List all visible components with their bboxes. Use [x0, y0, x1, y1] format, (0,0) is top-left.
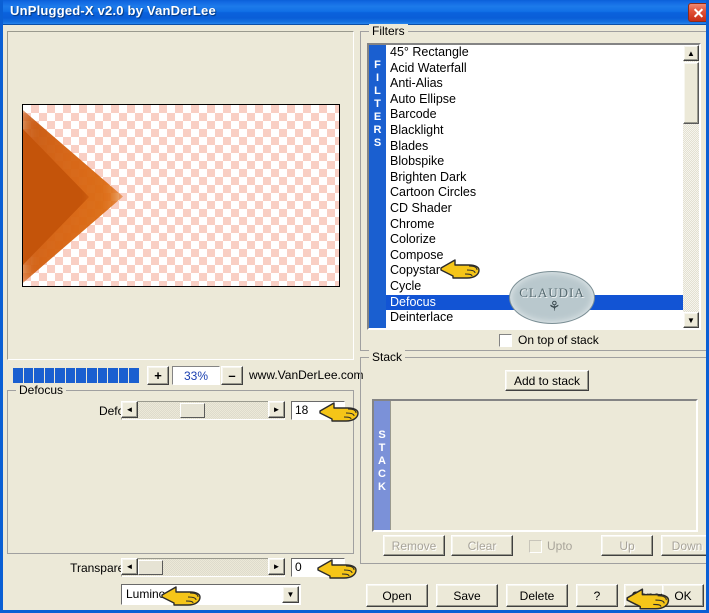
list-item[interactable]: Anti-Alias	[386, 76, 683, 92]
title-bar: UnPlugged-X v2.0 by VanDerLee	[3, 0, 706, 25]
list-item[interactable]: Barcode	[386, 107, 683, 123]
zoom-in-button[interactable]: +	[147, 366, 169, 385]
list-item[interactable]: Chrome	[386, 217, 683, 233]
list-item[interactable]: Blacklight	[386, 123, 683, 139]
window-title: UnPlugged-X v2.0 by VanDerLee	[10, 3, 216, 18]
stack-listbox[interactable]: S T A C K	[372, 399, 698, 532]
defocus-slider-left-arrow[interactable]: ◄	[121, 401, 138, 418]
list-item[interactable]: Acid Waterfall	[386, 61, 683, 77]
blend-mode-combo[interactable]: Luminosity ▼	[121, 584, 301, 605]
defocus-slider-thumb[interactable]	[180, 403, 205, 418]
claudia-watermark: CLAUDIA ⚘	[509, 271, 595, 324]
help-button[interactable]: ?	[576, 584, 618, 607]
zoom-level-value: 33%	[172, 366, 220, 385]
blend-mode-value: Luminosity	[126, 587, 184, 601]
remove-button[interactable]: Remove	[383, 535, 445, 556]
on-top-of-stack-label: On top of stack	[518, 333, 599, 347]
down-button[interactable]: Down	[661, 535, 706, 556]
upto-row[interactable]: Upto	[529, 539, 572, 553]
stack-group: Stack Add to stack S T A C K Remove Clea…	[360, 350, 706, 564]
progress-blocks	[13, 368, 139, 383]
defocus-slider-track[interactable]: ◄ ►	[121, 401, 285, 420]
upto-label: Upto	[547, 539, 573, 553]
stack-item-container	[390, 401, 696, 530]
list-item[interactable]: CD Shader	[386, 201, 683, 217]
filters-listbox[interactable]: F I L T E R S 45° Rectangle Acid Waterfa…	[367, 43, 701, 330]
scroll-up-icon[interactable]: ▲	[683, 45, 699, 61]
save-button[interactable]: Save	[436, 584, 498, 607]
scroll-down-icon[interactable]: ▼	[683, 312, 699, 328]
defocus-group-title: Defocus	[16, 383, 67, 397]
up-button[interactable]: Up	[601, 535, 653, 556]
list-item[interactable]: Blades	[386, 139, 683, 155]
ok-button[interactable]: OK	[662, 584, 704, 607]
scrollbar-thumb[interactable]	[683, 62, 699, 124]
watermark-figure-icon: ⚘	[548, 298, 561, 314]
transparency-value-field[interactable]: 0	[291, 558, 345, 577]
zoom-out-button[interactable]: –	[221, 366, 243, 385]
list-item[interactable]: 45° Rectangle	[386, 45, 683, 61]
stack-group-title: Stack	[369, 350, 406, 364]
filters-group-title: Filters	[369, 24, 408, 38]
list-item[interactable]: Auto Ellipse	[386, 92, 683, 108]
stack-side-strip: S T A C K	[374, 401, 390, 530]
preview-panel	[7, 31, 354, 360]
list-item[interactable]: Colorize	[386, 232, 683, 248]
transparency-slider-left-arrow[interactable]: ◄	[121, 558, 138, 575]
clear-button[interactable]: Clear	[451, 535, 513, 556]
chevron-down-icon[interactable]: ▼	[282, 586, 299, 603]
delete-button[interactable]: Delete	[506, 584, 568, 607]
website-label: www.VanDerLee.com	[249, 368, 364, 382]
list-item[interactable]: Compose	[386, 248, 683, 264]
defocus-slider-right-arrow[interactable]: ►	[268, 401, 285, 418]
defocus-group: Defocus Defocus ◄ ► 18 Transparency ◄ ► …	[7, 383, 359, 606]
list-item[interactable]: Cartoon Circles	[386, 185, 683, 201]
transparency-slider-thumb[interactable]	[138, 560, 163, 575]
defocus-value-field[interactable]: 18	[291, 401, 345, 420]
filters-scrollbar[interactable]: ▲ ▼	[683, 45, 699, 328]
add-to-stack-button[interactable]: Add to stack	[505, 370, 589, 391]
upto-checkbox[interactable]	[529, 539, 542, 553]
list-item[interactable]: Blobspike	[386, 154, 683, 170]
transparency-slider-track[interactable]: ◄ ►	[121, 558, 285, 577]
filters-group: Filters F I L T E R S 45° Rectangle Acid…	[360, 24, 706, 351]
filters-side-strip: F I L T E R S	[369, 45, 386, 328]
list-item[interactable]: Brighten Dark	[386, 170, 683, 186]
close-icon[interactable]	[688, 3, 706, 22]
list-item[interactable]: Detect	[386, 326, 683, 328]
preview-canvas[interactable]	[22, 104, 340, 287]
unplugged-x-window: UnPlugged-X v2.0 by VanDerLee + 33% – ww…	[0, 0, 709, 613]
open-button[interactable]: Open	[366, 584, 428, 607]
on-top-of-stack-checkbox[interactable]	[499, 333, 512, 347]
on-top-of-stack-row[interactable]: On top of stack	[499, 333, 599, 347]
transparency-slider-right-arrow[interactable]: ►	[268, 558, 285, 575]
